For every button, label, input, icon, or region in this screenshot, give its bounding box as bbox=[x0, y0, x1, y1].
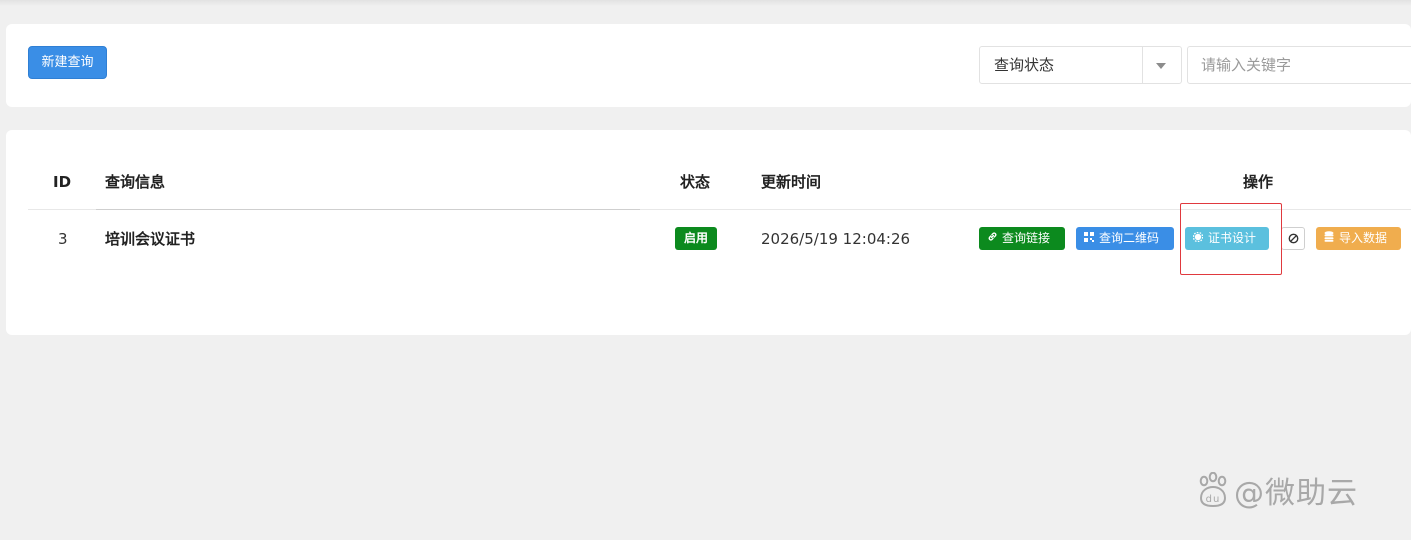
column-header-status: 状态 bbox=[680, 173, 711, 191]
query-link-button[interactable]: 查询链接 bbox=[979, 227, 1065, 250]
status-select[interactable]: 查询状态 bbox=[979, 46, 1182, 84]
import-data-label: 导入数据 bbox=[1339, 231, 1388, 245]
toolbar-panel: 新建查询 查询状态 bbox=[6, 24, 1411, 107]
status-badge: 启用 bbox=[675, 227, 717, 250]
svg-text:du: du bbox=[1206, 494, 1221, 505]
query-qrcode-label: 查询二维码 bbox=[1099, 231, 1160, 245]
query-table-panel: ID 查询信息 状态 更新时间 操作 3 培训会议证书 启用 2026/5/19… bbox=[6, 130, 1411, 335]
status-select-value: 查询状态 bbox=[994, 56, 1055, 74]
row-id: 3 bbox=[58, 230, 68, 248]
column-header-id: ID bbox=[53, 173, 72, 191]
baidu-paw-icon: du bbox=[1196, 471, 1230, 508]
import-data-button[interactable]: 导入数据 bbox=[1316, 227, 1401, 250]
ban-icon bbox=[1288, 232, 1299, 247]
row-info: 培训会议证书 bbox=[105, 230, 196, 248]
annotation-highlight-box bbox=[1180, 203, 1282, 275]
watermark-text: @微助云 bbox=[1234, 476, 1358, 511]
database-icon bbox=[1322, 227, 1336, 250]
select-divider bbox=[1142, 47, 1143, 83]
link-icon bbox=[985, 227, 999, 250]
row-updated-time: 2026/5/19 12:04:26 bbox=[761, 230, 911, 248]
disable-button[interactable] bbox=[1281, 227, 1305, 250]
query-qrcode-button[interactable]: 查询二维码 bbox=[1076, 227, 1174, 250]
new-query-button[interactable]: 新建查询 bbox=[28, 46, 107, 79]
query-link-label: 查询链接 bbox=[1002, 231, 1051, 245]
column-header-updated: 更新时间 bbox=[761, 173, 822, 191]
chevron-down-icon[interactable] bbox=[1156, 63, 1166, 69]
keyword-search-input[interactable] bbox=[1187, 46, 1411, 84]
top-bar-shadow bbox=[0, 0, 1411, 6]
header-divider-resize bbox=[96, 209, 640, 210]
column-header-actions: 操作 bbox=[1243, 173, 1274, 191]
watermark: du @微助云 bbox=[1196, 468, 1358, 512]
column-header-info: 查询信息 bbox=[105, 173, 166, 191]
qrcode-icon bbox=[1082, 227, 1096, 250]
